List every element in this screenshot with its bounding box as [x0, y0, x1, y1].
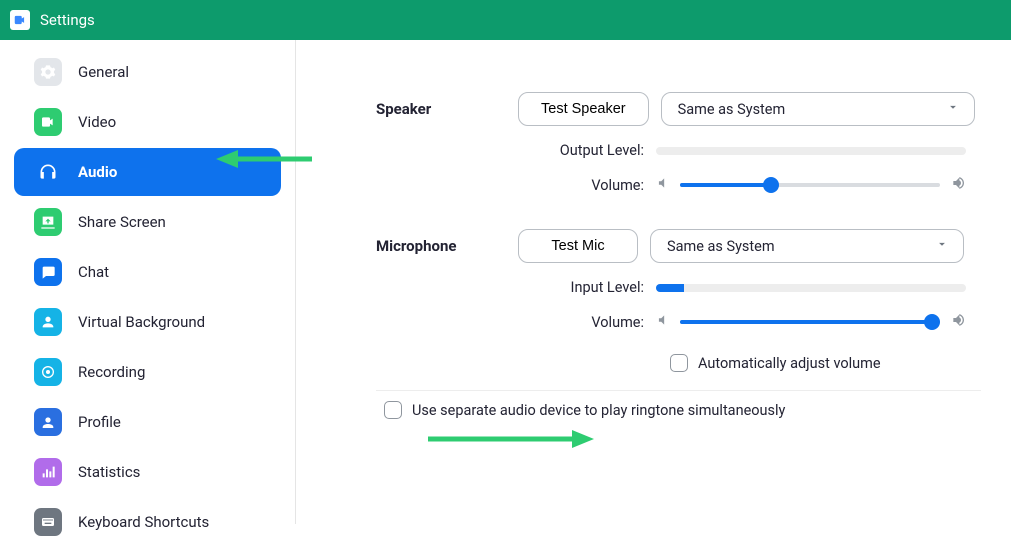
sidebar-item-keyboard-shortcuts[interactable]: Keyboard Shortcuts: [14, 498, 281, 546]
titlebar: Settings: [0, 0, 1011, 40]
profile-icon: [34, 408, 62, 436]
audio-settings-panel: Speaker Test Speaker Same as System Outp…: [296, 40, 1011, 524]
sidebar-item-general[interactable]: General: [14, 48, 281, 96]
speaker-device-dropdown[interactable]: Same as System: [661, 92, 975, 126]
stats-icon: [34, 458, 62, 486]
speaker-section-label: Speaker: [376, 100, 518, 118]
share-icon: [34, 208, 62, 236]
keyboard-icon: [34, 508, 62, 536]
speaker-high-icon: [950, 175, 966, 195]
input-level-label: Input Level:: [376, 279, 656, 296]
chevron-down-icon: [935, 237, 949, 255]
auto-adjust-volume-checkbox[interactable]: [670, 354, 688, 372]
speaker-volume-slider[interactable]: [680, 183, 940, 187]
sidebar-item-recording[interactable]: Recording: [14, 348, 281, 396]
window-title: Settings: [40, 11, 95, 29]
sidebar-item-label: Share Screen: [78, 213, 166, 231]
sidebar-item-chat[interactable]: Chat: [14, 248, 281, 296]
record-icon: [34, 358, 62, 386]
sidebar-item-label: Audio: [78, 163, 117, 181]
chevron-down-icon: [946, 100, 960, 118]
microphone-device-selected: Same as System: [667, 238, 775, 255]
speaker-low-icon: [656, 176, 670, 194]
sidebar-item-statistics[interactable]: Statistics: [14, 448, 281, 496]
microphone-device-dropdown[interactable]: Same as System: [650, 229, 964, 263]
test-mic-button[interactable]: Test Mic: [518, 229, 638, 263]
sidebar-item-label: Keyboard Shortcuts: [78, 513, 209, 531]
separate-audio-device-checkbox[interactable]: [384, 401, 402, 419]
divider: [376, 390, 981, 391]
app-icon: [10, 10, 30, 30]
sidebar-item-label: Virtual Background: [78, 313, 205, 331]
sidebar-item-share-screen[interactable]: Share Screen: [14, 198, 281, 246]
auto-adjust-volume-label: Automatically adjust volume: [698, 355, 881, 372]
microphone-input-level-meter: [656, 284, 966, 292]
speaker-low-icon: [656, 313, 670, 331]
person-icon: [34, 308, 62, 336]
sidebar-item-video[interactable]: Video: [14, 98, 281, 146]
sidebar-item-label: Statistics: [78, 463, 140, 481]
sidebar-item-label: Profile: [78, 413, 121, 431]
sidebar: General Video Audio Share Screen Chat: [0, 40, 296, 524]
test-speaker-button[interactable]: Test Speaker: [518, 92, 649, 126]
separate-audio-device-label: Use separate audio device to play ringto…: [412, 402, 785, 419]
sidebar-item-label: General: [78, 63, 129, 81]
microphone-volume-slider[interactable]: [680, 320, 940, 324]
speaker-volume-label: Volume:: [376, 177, 656, 194]
speaker-output-level-meter: [656, 147, 966, 155]
speaker-high-icon: [950, 312, 966, 332]
speaker-device-selected: Same as System: [678, 101, 786, 118]
headphones-icon: [34, 158, 62, 186]
sidebar-item-audio[interactable]: Audio: [14, 148, 281, 196]
annotation-arrow-auto-adjust: [426, 428, 596, 450]
sidebar-item-profile[interactable]: Profile: [14, 398, 281, 446]
gear-icon: [34, 58, 62, 86]
sidebar-item-label: Video: [78, 113, 116, 131]
chat-icon: [34, 258, 62, 286]
microphone-volume-label: Volume:: [376, 314, 656, 331]
video-icon: [34, 108, 62, 136]
microphone-section-label: Microphone: [376, 237, 518, 255]
sidebar-item-label: Recording: [78, 363, 145, 381]
sidebar-item-virtual-background[interactable]: Virtual Background: [14, 298, 281, 346]
sidebar-item-label: Chat: [78, 263, 109, 281]
output-level-label: Output Level:: [376, 142, 656, 159]
